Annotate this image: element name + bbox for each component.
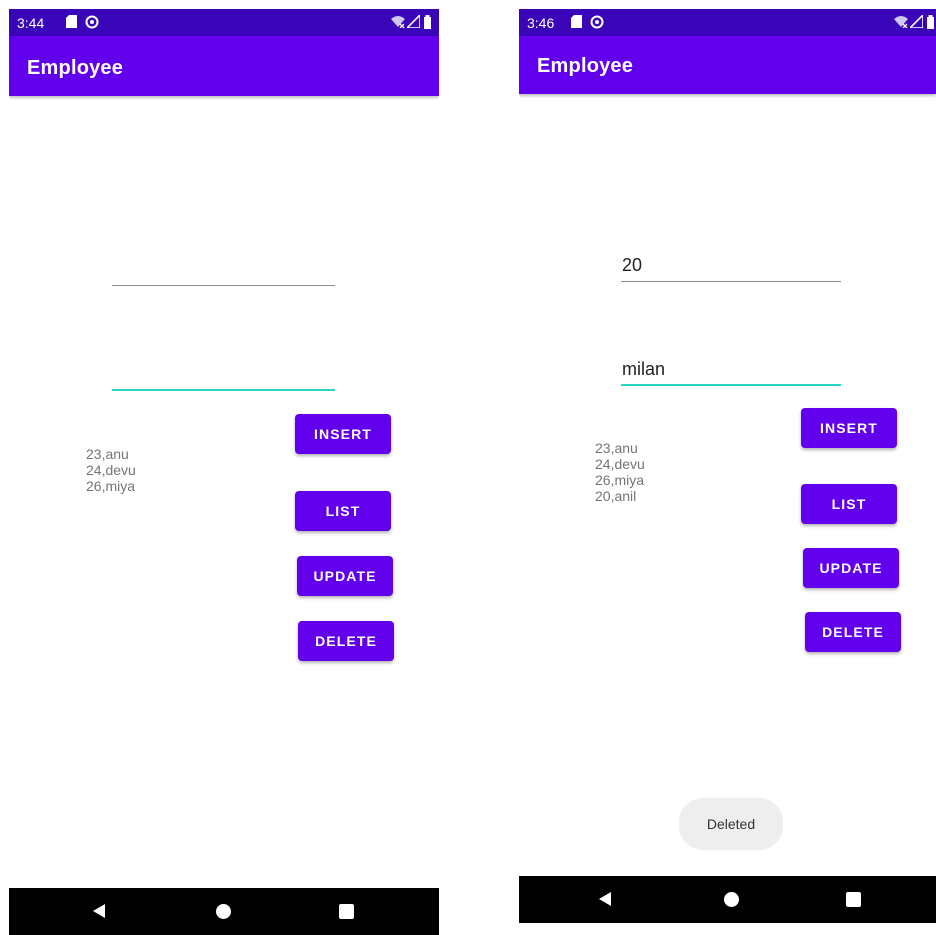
list-item: 23,anu <box>86 446 129 462</box>
list-item: 26,miya <box>86 478 136 494</box>
status-time: 3:46 <box>527 15 555 31</box>
signal-icon <box>407 15 420 28</box>
status-bar: 3:44 <box>9 9 439 36</box>
list-item: 24,devu <box>86 462 136 478</box>
battery-icon <box>424 15 431 29</box>
employee-id-value: 20 <box>622 255 643 275</box>
list-item: 23,anu <box>595 440 638 456</box>
signal-icon <box>910 15 923 28</box>
field-underline <box>112 285 335 286</box>
list-button[interactable]: LIST <box>801 484 897 524</box>
insert-button[interactable]: INSERT <box>801 408 897 448</box>
field-underline-focused <box>112 389 335 391</box>
toast-message: Deleted <box>679 798 783 850</box>
employee-name-value: milan <box>622 359 666 379</box>
navigation-bar <box>9 888 439 935</box>
back-icon[interactable] <box>599 892 611 906</box>
employee-id-field[interactable]: 20 <box>621 255 841 282</box>
app-bar: Employee <box>519 36 936 94</box>
sd-card-icon <box>66 15 77 28</box>
list-item: 20,anil <box>595 488 637 504</box>
left-phone-screen: 3:44 Employee INSERT LIST UPDATE DELETE … <box>9 9 439 935</box>
employee-list: 23,anu 24,devu 26,miya 20,anil <box>595 440 645 504</box>
field-underline <box>621 281 841 282</box>
list-item: 26,miya <box>595 472 645 488</box>
wifi-icon <box>894 16 908 28</box>
recents-icon[interactable] <box>339 904 354 919</box>
insert-button[interactable]: INSERT <box>295 414 391 454</box>
page-title: Employee <box>537 55 634 77</box>
back-icon[interactable] <box>93 904 105 918</box>
employee-list: 23,anu 24,devu 26,miya <box>86 446 136 494</box>
status-time: 3:44 <box>17 15 45 31</box>
delete-button[interactable]: DELETE <box>298 621 394 661</box>
battery-icon <box>927 15 934 29</box>
update-button[interactable]: UPDATE <box>297 556 393 596</box>
right-phone-screen: 3:46 Employee 20 milan INSERT LIST UPDAT… <box>519 9 936 935</box>
list-item: 24,devu <box>595 456 645 472</box>
list-button[interactable]: LIST <box>295 491 391 531</box>
employee-name-field[interactable]: milan <box>621 359 841 386</box>
at-sign-icon <box>590 15 604 29</box>
at-sign-icon <box>85 15 99 29</box>
home-icon[interactable] <box>724 892 739 907</box>
home-icon[interactable] <box>216 904 231 919</box>
employee-id-field[interactable] <box>112 260 335 286</box>
navigation-bar <box>519 876 936 923</box>
field-underline-focused <box>621 384 841 386</box>
sd-card-icon <box>571 15 582 28</box>
update-button[interactable]: UPDATE <box>803 548 899 588</box>
recents-icon[interactable] <box>846 892 861 907</box>
delete-button[interactable]: DELETE <box>805 612 901 652</box>
page-title: Employee <box>27 57 124 79</box>
wifi-icon <box>391 16 405 28</box>
employee-name-field[interactable] <box>112 365 335 391</box>
status-bar: 3:46 <box>519 9 936 36</box>
app-bar: Employee <box>9 36 439 96</box>
